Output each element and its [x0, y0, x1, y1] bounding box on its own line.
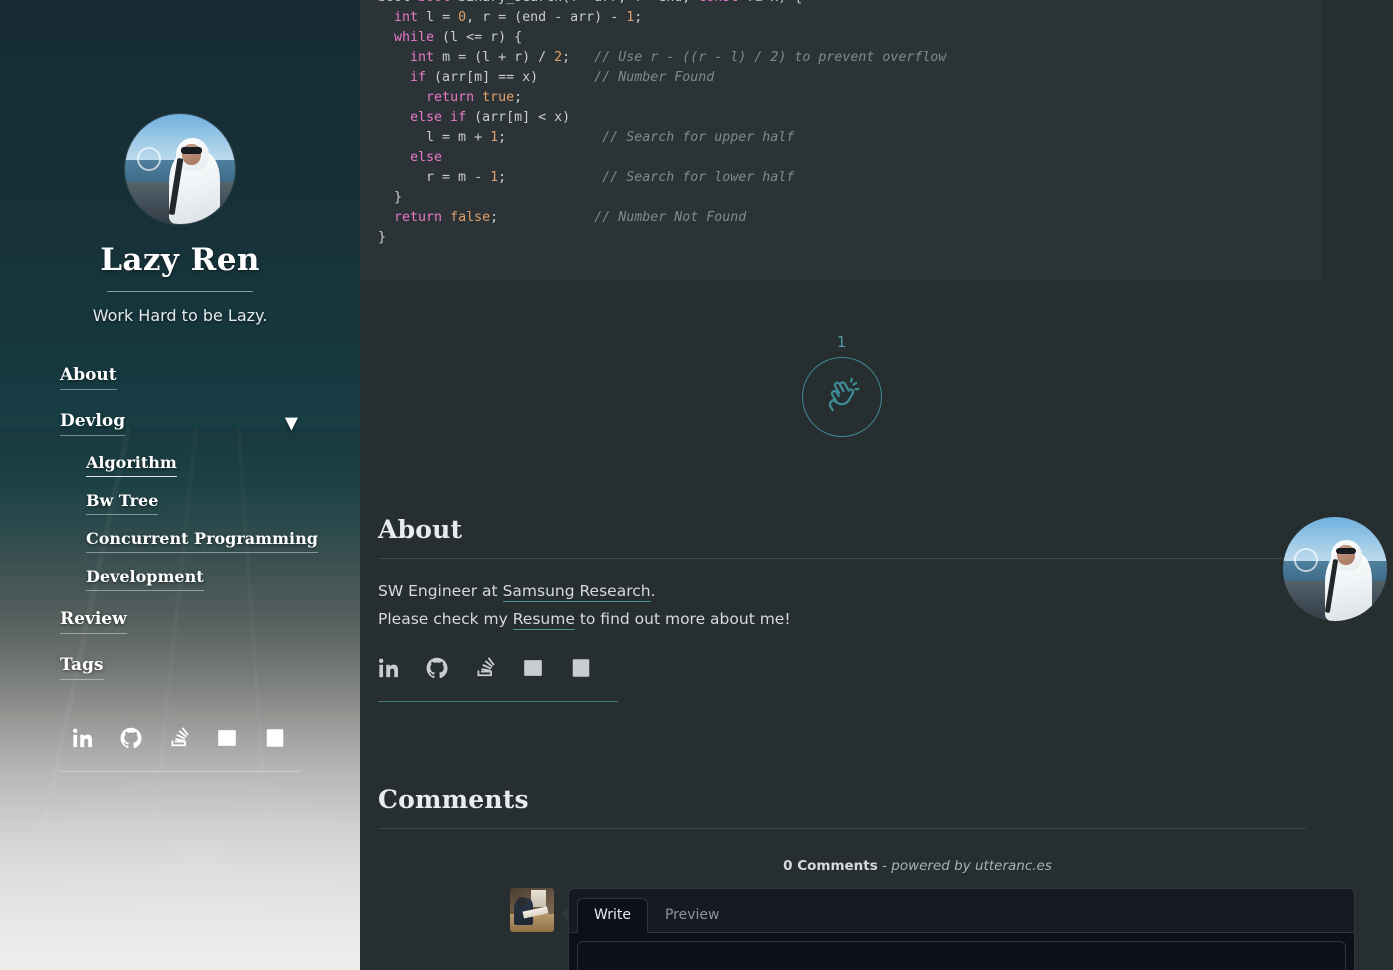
comment-count: 0 Comments [783, 858, 878, 874]
about-bottom-divider [378, 701, 618, 702]
github-icon[interactable] [120, 727, 142, 749]
sidebar-item-label: Concurrent Programming [86, 531, 318, 553]
sidebar-item-label: Devlog [60, 412, 126, 436]
about-line-1: SW Engineer at Samsung Research. [378, 577, 1390, 605]
code-snippet: bool bool binary_search(T* arr, T* end, … [378, 0, 947, 245]
sidebar-item-label: Review [60, 610, 127, 634]
email-icon[interactable] [522, 657, 544, 679]
about-heading: About [378, 515, 463, 544]
tab-preview[interactable]: Preview [648, 898, 737, 933]
chevron-down-icon[interactable]: ▼ [285, 415, 298, 433]
comment-composer: Write Preview [561, 888, 1355, 970]
title-divider [107, 291, 253, 292]
sidebar-nav: About Devlog ▼ Algorithm Bw Tree Concurrent P… [0, 355, 360, 691]
sidebar-item-algorithm[interactable]: Algorithm [0, 447, 360, 485]
avatar-photo [125, 114, 235, 224]
about-divider [378, 558, 1306, 559]
about-line1-suffix: . [650, 582, 656, 600]
main-content: bool bool binary_search(T* arr, T* end, … [360, 0, 1393, 970]
clap-widget: 1 [360, 333, 1323, 437]
sidebar-item-concurrent-programming[interactable]: Concurrent Programming [0, 523, 360, 561]
composer-body [569, 933, 1354, 970]
linkedin-icon[interactable] [378, 657, 400, 679]
resume-link[interactable]: Resume [512, 610, 575, 630]
sidebar-item-bw-tree[interactable]: Bw Tree [0, 485, 360, 523]
sidebar-item-review[interactable]: Review [0, 599, 360, 645]
avatar[interactable] [125, 114, 235, 224]
email-icon[interactable] [216, 727, 238, 749]
sidebar-item-development[interactable]: Development [0, 561, 360, 599]
sidebar-divider [60, 771, 300, 772]
linkedin-icon[interactable] [72, 727, 94, 749]
clap-button[interactable] [801, 357, 882, 437]
powered-by-label: powered by utteranc.es [891, 858, 1052, 874]
resume-icon[interactable] [264, 727, 286, 749]
about-avatar [1283, 517, 1387, 621]
about-line2-prefix: Please check my [378, 610, 513, 628]
clap-count: 1 [836, 333, 847, 351]
comment-textarea[interactable] [577, 941, 1346, 970]
sidebar-item-label: Tags [60, 656, 104, 680]
page-root: Lazy Ren Work Hard to be Lazy. About Devl… [0, 0, 1393, 970]
sidebar-item-label: Algorithm [86, 455, 177, 477]
comments-section: Comments [378, 785, 1390, 829]
code-block: bool bool binary_search(T* arr, T* end, … [360, 0, 1323, 280]
about-section: About SW Engineer at Samsung Research. P… [378, 515, 1390, 702]
samsung-research-link[interactable]: Samsung Research [502, 582, 651, 602]
site-title[interactable]: Lazy Ren [0, 242, 360, 278]
utterances-widget: 0 Comments - powered by utteranc.es Writ… [510, 858, 1355, 970]
comments-divider [378, 828, 1306, 829]
github-icon[interactable] [426, 657, 448, 679]
sidebar: Lazy Ren Work Hard to be Lazy. About Devl… [0, 0, 360, 970]
powered-dash: - [877, 858, 892, 874]
stackoverflow-icon[interactable] [168, 727, 190, 749]
tab-write[interactable]: Write [577, 898, 648, 933]
composer-tabs: Write Preview [569, 889, 1354, 933]
about-social-links [378, 657, 1390, 679]
resume-icon[interactable] [570, 657, 592, 679]
sidebar-item-devlog[interactable]: Devlog ▼ [0, 401, 360, 447]
sidebar-social-links [0, 727, 360, 749]
commenter-avatar [510, 888, 554, 932]
about-line2-suffix: to find out more about me! [574, 610, 791, 628]
about-text: SW Engineer at Samsung Research. Please … [378, 577, 1390, 633]
sidebar-item-label: Development [86, 569, 204, 591]
sidebar-item-label: Bw Tree [86, 493, 159, 515]
site-tagline: Work Hard to be Lazy. [92, 306, 268, 325]
utterances-header: 0 Comments - powered by utteranc.es [480, 858, 1355, 874]
sidebar-item-label: About [60, 366, 117, 390]
sidebar-item-tags[interactable]: Tags [0, 645, 360, 691]
about-line-2: Please check my Resume to find out more … [378, 605, 1390, 633]
comments-heading: Comments [378, 785, 529, 814]
stackoverflow-icon[interactable] [474, 657, 496, 679]
about-avatar-photo [1283, 517, 1387, 621]
sidebar-item-about[interactable]: About [0, 355, 360, 401]
clapping-hands-icon [828, 377, 860, 412]
about-line1-prefix: SW Engineer at [378, 582, 503, 600]
